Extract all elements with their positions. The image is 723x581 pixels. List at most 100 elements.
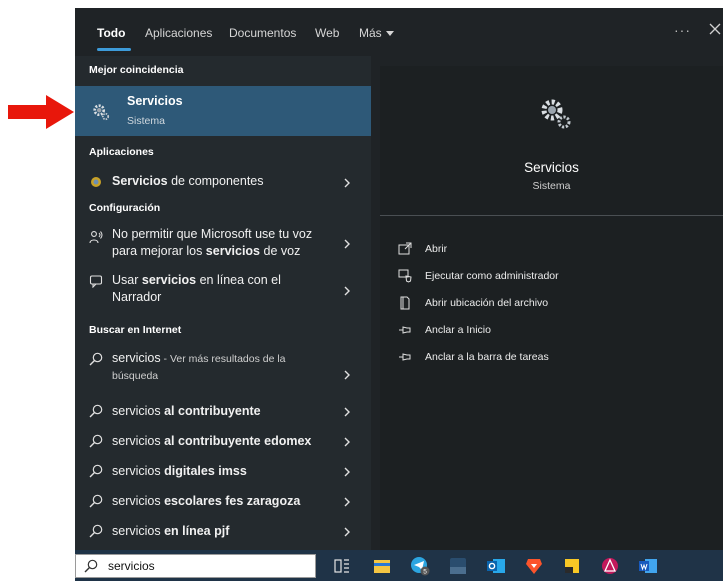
search-icon (89, 524, 103, 538)
section-web-search: Buscar en Internet (89, 324, 182, 336)
brave-icon[interactable] (524, 556, 544, 576)
task-view-icon[interactable] (332, 556, 352, 576)
suggestion-bold: en línea pjf (164, 524, 230, 538)
action-abrir-ubicacion[interactable]: Abrir ubicación del archivo (398, 295, 698, 313)
settings-voice-line2-pre: para mejorar los (112, 244, 206, 258)
settings-voice-line2-post: de voz (260, 244, 301, 258)
tab-aplicaciones[interactable]: Aplicaciones (145, 26, 212, 40)
detail-pane: Servicios Sistema Abrir Ejecutar como ad… (380, 66, 723, 550)
suggestion-pre: servicios (112, 434, 165, 448)
more-options-button[interactable]: ··· (674, 22, 691, 38)
close-icon[interactable] (707, 21, 723, 37)
suggestion-pre: servicios (112, 524, 165, 538)
chevron-down-icon (385, 31, 394, 36)
search-icon (89, 404, 103, 418)
taskbar-search-input[interactable] (108, 557, 308, 575)
suggestion-bold: al contribuyente (164, 404, 261, 418)
search-icon (89, 494, 103, 508)
chevron-right-icon (344, 286, 350, 296)
suggestion-bold: escolares fes zaragoza (164, 494, 301, 508)
chevron-right-icon (344, 239, 350, 249)
best-match-item[interactable]: Servicios Sistema (75, 86, 371, 136)
settings-narrator-line1-pre: Usar (112, 273, 142, 287)
web-result-hint2: búsqueda (112, 370, 159, 382)
settings-result-voice[interactable]: No permitir que Microsoft use tu voz par… (75, 222, 371, 266)
best-match-title: Servicios (127, 94, 183, 108)
suggestion-pre: servicios (112, 494, 165, 508)
chevron-right-icon (344, 527, 350, 537)
folder-icon (400, 296, 410, 310)
section-settings: Configuración (89, 202, 161, 214)
action-anclar-barra-tareas[interactable]: Anclar a la barra de tareas (398, 349, 698, 367)
action-label: Anclar a Inicio (425, 324, 491, 336)
taskbar-search-box[interactable] (75, 554, 316, 578)
best-match-subtitle: Sistema (127, 115, 165, 127)
suggestion-pre: servicios (112, 464, 165, 478)
chevron-right-icon (344, 467, 350, 477)
archlinux-icon[interactable] (600, 556, 620, 576)
detail-title: Servicios (524, 160, 579, 175)
web-result-term: servicios (112, 351, 161, 365)
chevron-right-icon (344, 407, 350, 417)
search-tabs: Todo Aplicaciones Documentos Web Más ··· (75, 8, 723, 56)
search-icon (89, 464, 103, 478)
suggestion-bold: al contribuyente edomex (164, 434, 312, 448)
tab-mas[interactable]: Más (359, 26, 394, 40)
tab-todo[interactable]: Todo (97, 26, 125, 40)
app-result-servicios-componentes[interactable]: Servicios de componentes (75, 168, 371, 196)
web-result-servicios[interactable]: servicios - Ver más resultados de la bús… (75, 346, 371, 392)
divider (380, 215, 723, 216)
action-label: Abrir (425, 243, 448, 255)
action-abrir[interactable]: Abrir (398, 241, 698, 259)
settings-voice-line2-bold: servicios (205, 244, 261, 258)
active-tab-indicator (97, 48, 131, 51)
open-icon (398, 242, 412, 255)
search-icon (89, 352, 103, 366)
telegram-badge: 5 (423, 569, 427, 576)
settings-narrator-line2: Narrador (112, 290, 162, 304)
action-ejecutar-admin[interactable]: Ejecutar como administrador (398, 268, 698, 286)
settings-result-narrator[interactable]: Usar servicios en línea con el Narrador (75, 268, 371, 314)
search-panel: Todo Aplicaciones Documentos Web Más ···… (75, 8, 723, 550)
tab-web[interactable]: Web (315, 26, 339, 40)
section-apps: Aplicaciones (89, 146, 154, 158)
action-label: Ejecutar como administrador (425, 270, 559, 282)
outlook-icon[interactable] (486, 556, 506, 576)
web-result-hint: - Ver más resultados de la (160, 353, 286, 365)
settings-narrator-line1-bold: servicios (141, 273, 197, 287)
component-services-icon (91, 177, 101, 187)
word-icon[interactable] (638, 556, 658, 576)
services-gear-icon (93, 104, 110, 121)
narrator-icon (89, 275, 103, 288)
taskbar: 5 (75, 550, 723, 581)
web-suggestion-row[interactable]: servicios al contribuyente edomex (75, 426, 371, 456)
file-explorer-icon[interactable] (372, 556, 392, 576)
app-result-rest: de componentes (167, 174, 264, 188)
3cx-icon[interactable] (448, 556, 468, 576)
web-suggestion-row[interactable]: servicios escolares fes zaragoza (75, 486, 371, 516)
pin-icon (399, 353, 411, 361)
app-result-bold: Servicios (112, 174, 168, 188)
suggestion-pre: servicios (112, 404, 165, 418)
search-icon (84, 559, 98, 573)
action-label: Anclar a la barra de tareas (425, 351, 549, 363)
results-list: Mejor coincidencia Servicios Sistema Apl… (75, 56, 371, 550)
tab-mas-label: Más (359, 26, 382, 40)
shield-icon (398, 269, 412, 283)
suggestion-bold: digitales imss (164, 464, 247, 478)
action-anclar-inicio[interactable]: Anclar a Inicio (398, 322, 698, 340)
web-suggestion-row[interactable]: servicios al contribuyente (75, 396, 371, 426)
web-suggestion-row[interactable]: servicios en línea pjf (75, 516, 371, 546)
telegram-icon[interactable]: 5 (410, 556, 430, 576)
detail-subtitle: Sistema (532, 180, 571, 192)
settings-voice-line1: No permitir que Microsoft use tu voz (112, 227, 313, 241)
red-arrow-annotation (8, 95, 74, 129)
web-suggestion-row[interactable]: servicios digitales imss (75, 456, 371, 486)
voice-icon (89, 231, 103, 244)
pin-icon (399, 326, 411, 334)
sticky-notes-icon[interactable] (562, 556, 582, 576)
chevron-right-icon (344, 178, 350, 188)
chevron-right-icon (344, 370, 350, 380)
action-label: Abrir ubicación del archivo (425, 297, 549, 309)
tab-documentos[interactable]: Documentos (229, 26, 296, 40)
